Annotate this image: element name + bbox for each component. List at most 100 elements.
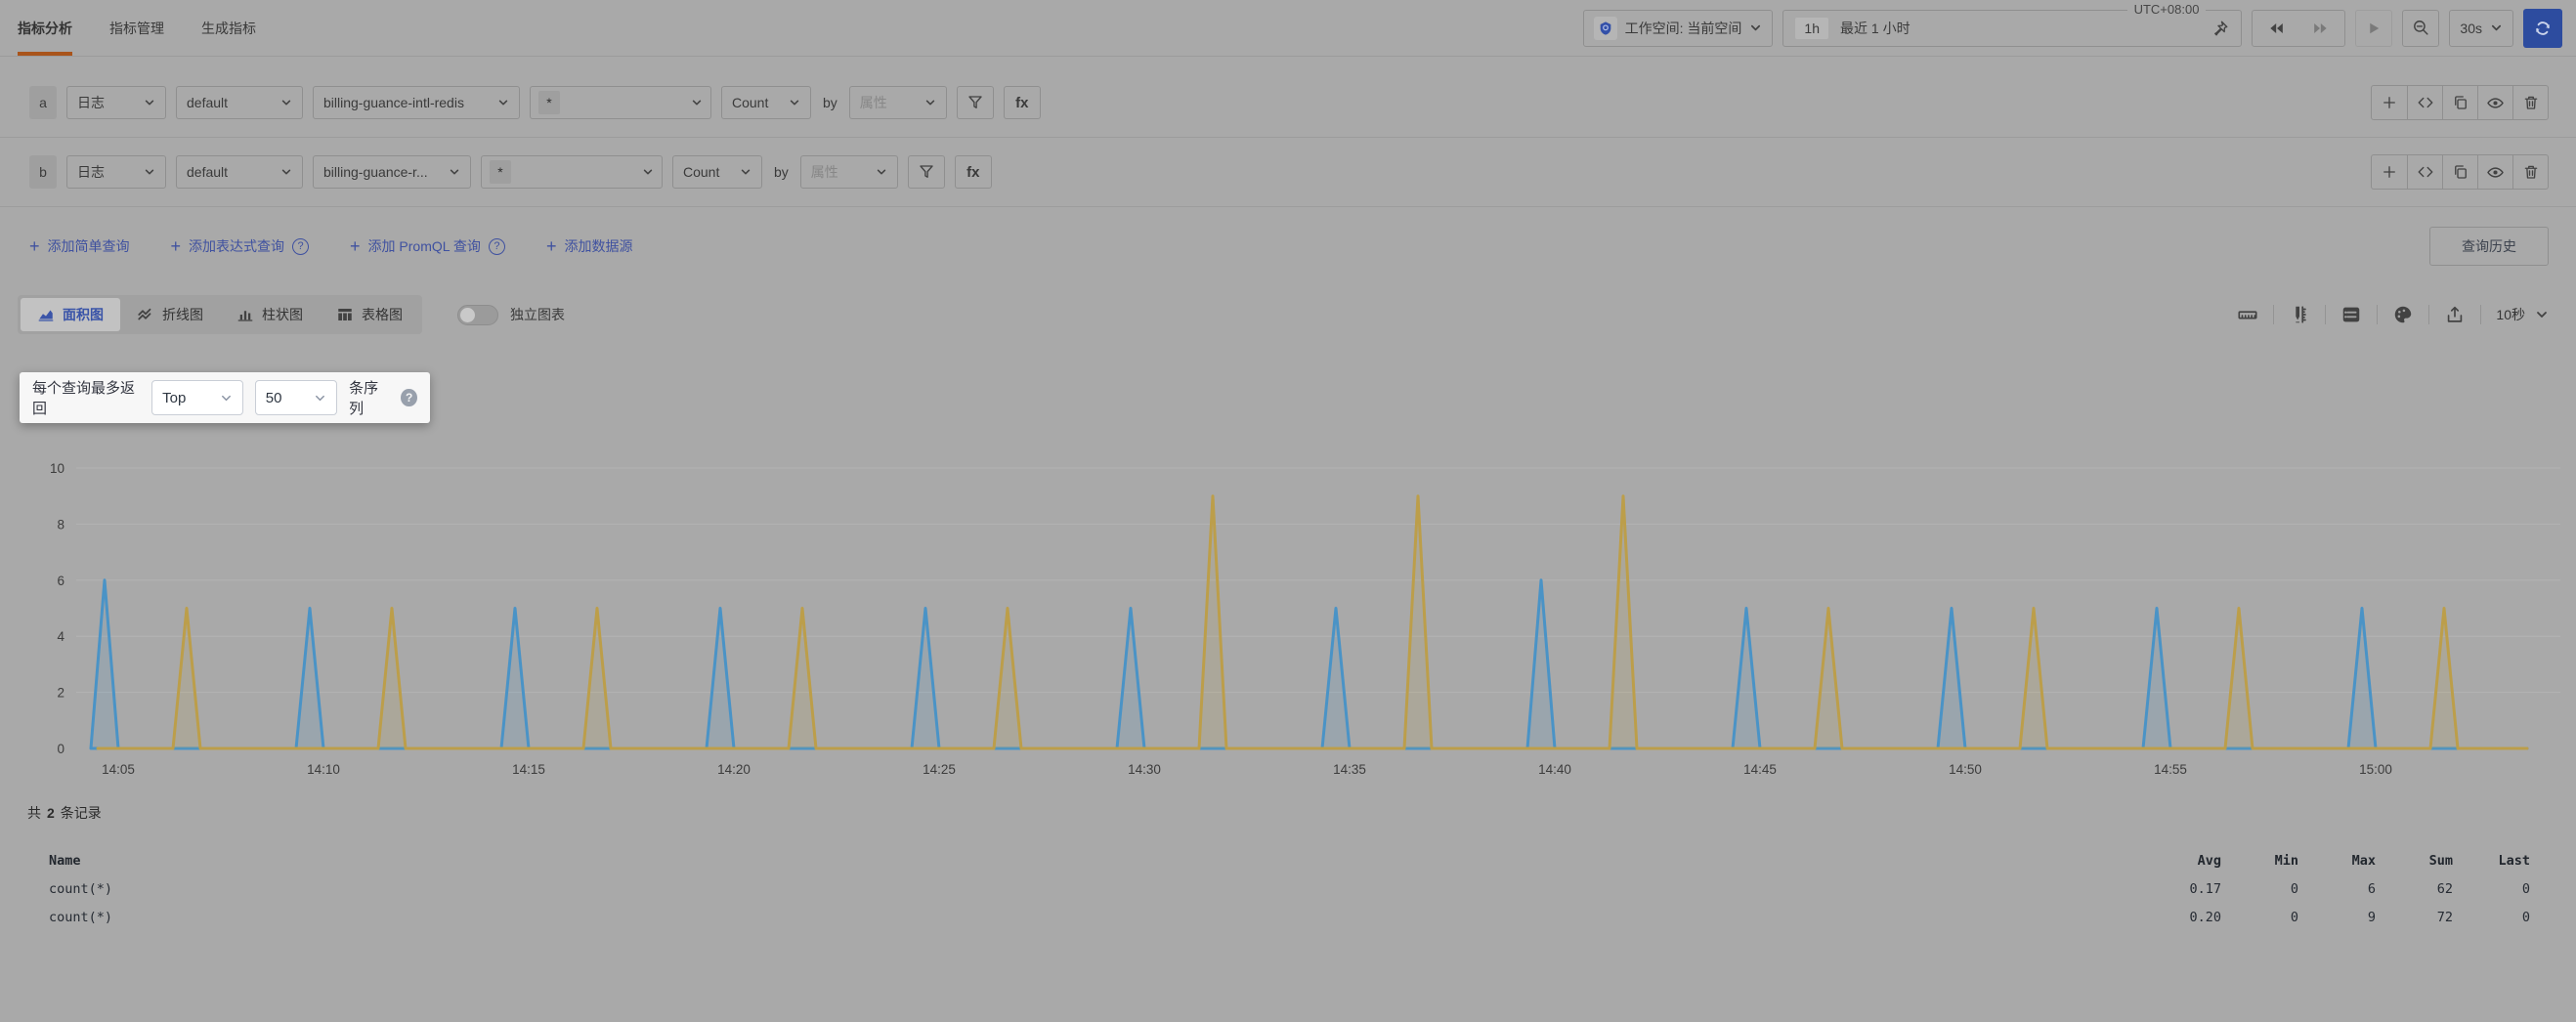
aggregation-select[interactable]: Count — [672, 155, 762, 189]
tab-generate-metrics[interactable]: 生成指标 — [201, 0, 256, 56]
index-select[interactable]: default — [176, 86, 303, 119]
stat-last: 0 — [2453, 910, 2530, 925]
series-name: count(*) — [49, 881, 2144, 897]
time-zoom-chip[interactable]: 1h — [1795, 18, 1828, 39]
chevron-down-icon — [642, 166, 654, 178]
stat-avg: 0.20 — [2144, 910, 2221, 925]
chevron-down-icon — [280, 166, 292, 178]
chevron-down-icon — [740, 166, 751, 178]
tab-metric-analysis[interactable]: 指标分析 — [18, 0, 72, 56]
legend-row[interactable]: count(*) 0.20 0 9 72 0 — [27, 903, 2530, 931]
zoom-out-icon[interactable] — [2402, 10, 2439, 47]
toggle-switch[interactable] — [457, 305, 498, 325]
fx-label: fx — [1015, 95, 1028, 111]
add-query-button[interactable] — [2372, 86, 2407, 119]
pin-icon[interactable] — [2211, 20, 2229, 37]
tab-label: 指标分析 — [18, 19, 72, 38]
tab-area-chart[interactable]: 面积图 — [21, 298, 120, 331]
playback-group — [2252, 10, 2345, 47]
independent-chart-toggle[interactable]: 独立图表 — [457, 305, 565, 325]
series-count-select[interactable]: 50 — [255, 380, 337, 415]
tab-label: 柱状图 — [262, 305, 303, 324]
col-max: Max — [2298, 853, 2376, 869]
stat-last: 0 — [2453, 881, 2530, 897]
index-select[interactable]: default — [176, 155, 303, 189]
refresh-interval-select[interactable]: 30s — [2449, 10, 2513, 47]
tab-line-chart[interactable]: 折线图 — [120, 298, 220, 331]
stat-avg: 0.17 — [2144, 881, 2221, 897]
add-simple-query-link[interactable]: +添加简单查询 — [29, 236, 130, 256]
code-icon[interactable] — [2407, 155, 2442, 189]
duplicate-icon[interactable] — [2442, 155, 2477, 189]
tab-label: 指标管理 — [109, 19, 164, 38]
legend-table: Name Avg Min Max Sum Last count(*) 0.17 … — [27, 846, 2530, 931]
tab-table-chart[interactable]: 表格图 — [320, 298, 419, 331]
annotation-pen-icon[interactable] — [2289, 304, 2310, 325]
fx-button[interactable]: fx — [1004, 86, 1041, 119]
source-select[interactable]: billing-guance-r... — [313, 155, 471, 189]
chevron-down-icon — [449, 166, 460, 178]
filter-input[interactable]: * — [530, 86, 711, 119]
top-mode-select[interactable]: Top — [151, 380, 243, 415]
record-count-text: 共2条记录 — [27, 803, 2530, 823]
query-actions — [2371, 85, 2549, 120]
top-controls: 工作空间: 当前空间 UTC+08:00 1h 最近 1 小时 30s — [1583, 9, 2562, 48]
refresh-button[interactable] — [2523, 9, 2562, 48]
filter-input[interactable]: * — [481, 155, 663, 189]
code-icon[interactable] — [2407, 86, 2442, 119]
plus-icon: + — [171, 239, 182, 253]
help-icon[interactable]: ? — [292, 238, 309, 255]
series-0-path — [91, 580, 2527, 748]
source-select[interactable]: billing-guance-intl-redis — [313, 86, 520, 119]
tab-metric-management[interactable]: 指标管理 — [109, 0, 164, 56]
x-axis-tick: 14:20 — [717, 762, 751, 777]
popover-suffix-label: 条序列 — [349, 377, 389, 418]
query-type-select[interactable]: 日志 — [66, 86, 166, 119]
eye-icon[interactable] — [2477, 86, 2512, 119]
line-chart-icon — [137, 306, 154, 323]
workspace-selector[interactable]: 工作空间: 当前空间 — [1583, 10, 1774, 47]
query-type-select[interactable]: 日志 — [66, 155, 166, 189]
add-promql-query-link[interactable]: +添加 PromQL 查询? — [350, 236, 505, 256]
duplicate-icon[interactable] — [2442, 86, 2477, 119]
add-datasource-link[interactable]: +添加数据源 — [546, 236, 633, 256]
time-range-picker[interactable]: UTC+08:00 1h 最近 1 小时 — [1782, 10, 2242, 47]
group-by-select[interactable]: 属性 — [849, 86, 947, 119]
play-button[interactable] — [2355, 10, 2392, 47]
query-actions — [2371, 154, 2549, 190]
trash-icon[interactable] — [2512, 155, 2548, 189]
chart-canvas[interactable]: 024681014:0514:1014:1514:2014:2514:3014:… — [0, 430, 2576, 791]
source-value: billing-guance-intl-redis — [323, 95, 464, 110]
tab-bar-chart[interactable]: 柱状图 — [220, 298, 320, 331]
series-count-value: 50 — [266, 390, 282, 406]
group-by-placeholder: 属性 — [811, 162, 838, 182]
add-query-button[interactable] — [2372, 155, 2407, 189]
eye-icon[interactable] — [2477, 155, 2512, 189]
chart-interval-select[interactable]: 10秒 — [2496, 305, 2549, 324]
help-icon[interactable]: ? — [401, 389, 417, 406]
legend-header-row: Name Avg Min Max Sum Last — [27, 846, 2530, 874]
query-letter-chip: b — [29, 155, 57, 189]
group-by-select[interactable]: 属性 — [800, 155, 898, 189]
ruler-icon[interactable] — [2237, 304, 2258, 325]
workspace-label: 工作空间: 当前空间 — [1625, 19, 1742, 38]
total-count: 2 — [47, 805, 55, 821]
filter-icon[interactable] — [957, 86, 994, 119]
divider — [2428, 305, 2429, 324]
legend-list-icon[interactable] — [2340, 304, 2362, 325]
filter-icon[interactable] — [908, 155, 945, 189]
rewind-button[interactable] — [2258, 12, 2296, 45]
fast-forward-button[interactable] — [2301, 12, 2339, 45]
aggregation-select[interactable]: Count — [721, 86, 811, 119]
fx-button[interactable]: fx — [955, 155, 992, 189]
export-icon[interactable] — [2444, 304, 2466, 325]
query-history-button[interactable]: 查询历史 — [2429, 227, 2549, 266]
popover-label: 每个查询最多返回 — [32, 377, 140, 418]
tab-label: 表格图 — [362, 305, 403, 324]
help-icon[interactable]: ? — [489, 238, 505, 255]
add-expression-query-link[interactable]: +添加表达式查询? — [171, 236, 310, 256]
y-axis-tick: 8 — [57, 517, 64, 532]
trash-icon[interactable] — [2512, 86, 2548, 119]
legend-row[interactable]: count(*) 0.17 0 6 62 0 — [27, 874, 2530, 903]
palette-icon[interactable] — [2392, 304, 2414, 325]
